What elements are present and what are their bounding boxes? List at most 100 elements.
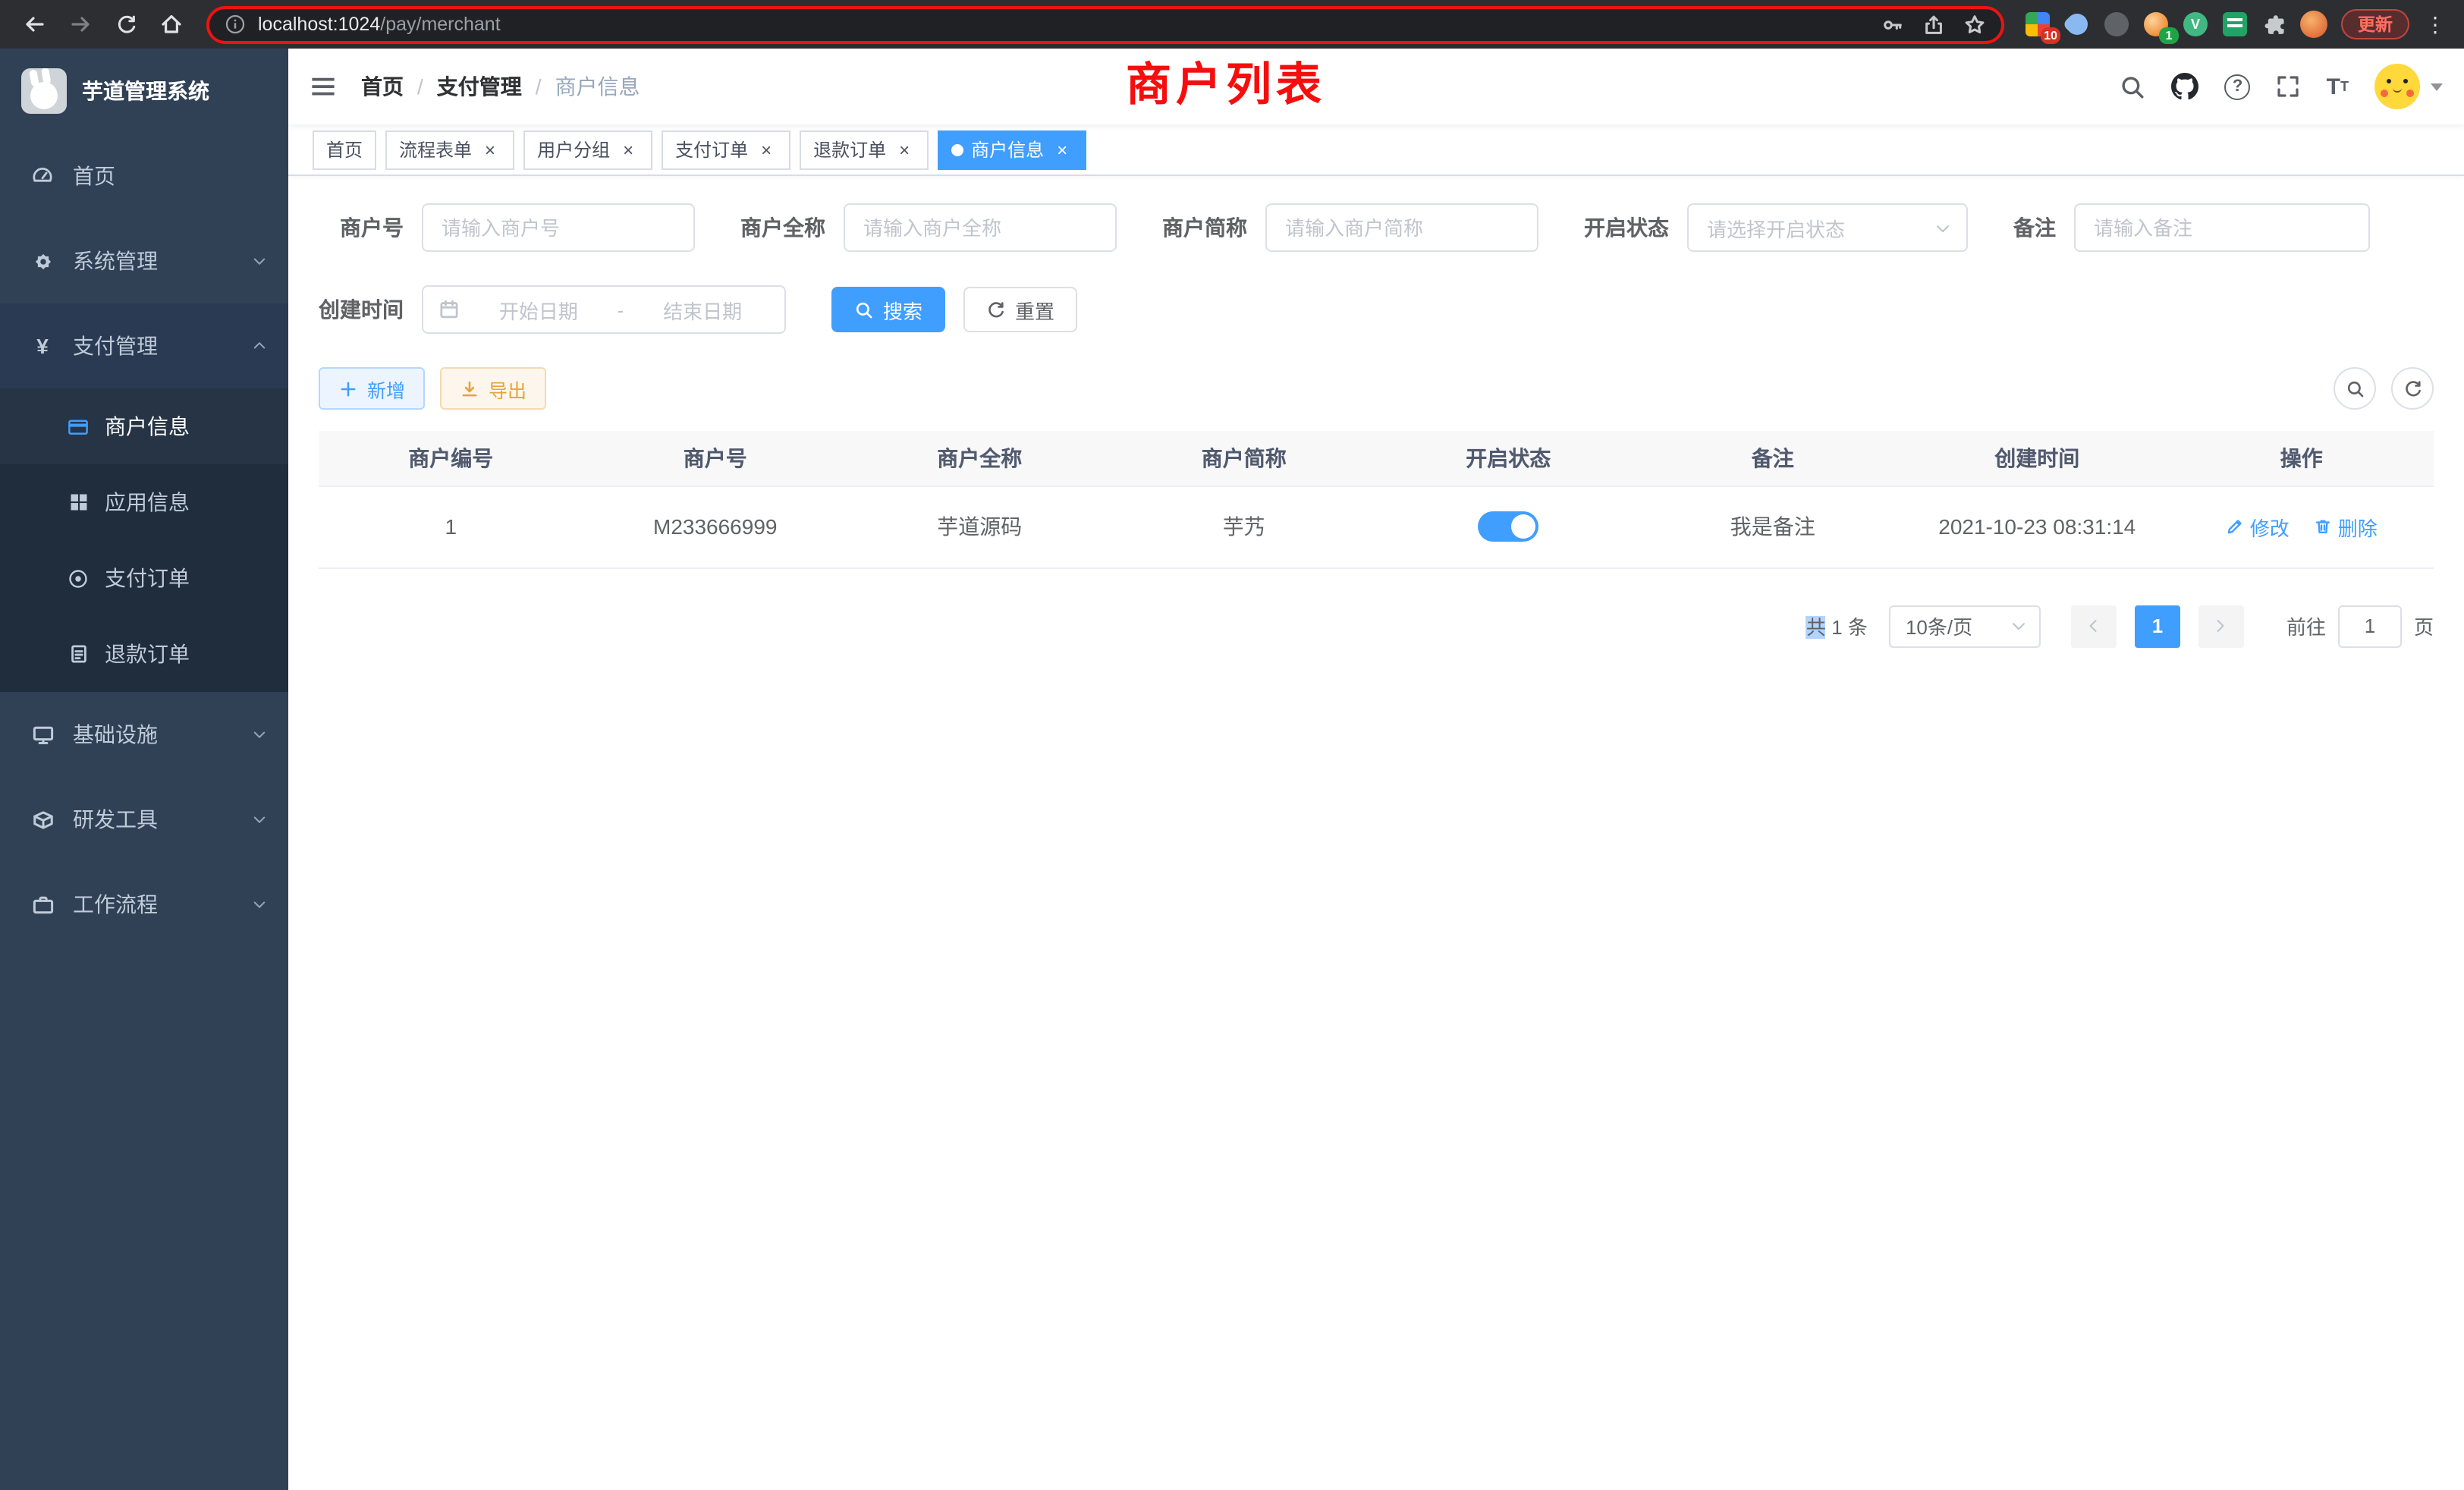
col-short-name: 商户简称 [1112, 431, 1377, 486]
kebab-menu-icon[interactable]: ⋮ [2422, 11, 2449, 37]
font-size-icon[interactable]: TT [2327, 75, 2349, 98]
sidebar-item-merchant-info[interactable]: 商户信息 [0, 388, 288, 464]
prev-page-button[interactable] [2071, 605, 2117, 647]
delete-link[interactable]: 删除 [2314, 512, 2378, 541]
status-select[interactable]: 请选择开启状态 [1687, 203, 1968, 252]
chevron-up-icon [252, 338, 267, 354]
date-separator: - [618, 298, 624, 321]
extension-grid-icon[interactable]: 10 [2022, 9, 2053, 39]
tab-process-form[interactable]: 流程表单× [385, 130, 514, 169]
export-button[interactable]: 导出 [440, 367, 546, 410]
extension-avatar-icon[interactable]: 1 [2141, 9, 2171, 39]
search-button[interactable]: 搜索 [831, 287, 945, 332]
end-date-placeholder[interactable]: 结束日期 [636, 295, 769, 324]
goto-page-input[interactable] [2338, 605, 2402, 647]
close-icon[interactable]: × [618, 139, 639, 160]
address-bar[interactable]: localhost:1024/pay/merchant [206, 5, 2004, 43]
forward-icon[interactable] [61, 5, 100, 44]
full-name-input[interactable] [844, 203, 1117, 252]
help-icon[interactable]: ? [2225, 74, 2251, 99]
filter-row-2: 创建时间 开始日期 - 结束日期 搜索 [319, 285, 2434, 334]
cell-short-name: 芋艿 [1112, 486, 1377, 567]
breadcrumb-payment[interactable]: 支付管理 [437, 71, 522, 102]
pagination: 共 1 条 10条/页 1 前往 页 [319, 605, 2434, 647]
sidebar-item-home[interactable]: 首页 [0, 134, 288, 218]
refresh-table-button[interactable] [2391, 367, 2434, 410]
info-icon[interactable] [225, 14, 246, 35]
gear-icon [30, 249, 55, 273]
github-icon[interactable] [2172, 73, 2199, 100]
star-icon[interactable] [1963, 13, 1986, 36]
sidebar-item-app-info[interactable]: 应用信息 [0, 464, 288, 540]
tab-merchant-info[interactable]: 商户信息× [938, 130, 1086, 169]
key-icon[interactable] [1881, 13, 1904, 36]
document-icon [67, 643, 90, 665]
sidebar-item-workflow[interactable]: 工作流程 [0, 862, 288, 947]
extension-vue-devtools-icon[interactable]: V [2180, 9, 2211, 39]
yen-icon: ¥ [30, 334, 55, 358]
breadcrumb-home[interactable]: 首页 [361, 71, 404, 102]
fullscreen-icon[interactable] [2277, 74, 2301, 99]
table-header-row: 商户编号 商户号 商户全称 商户简称 开启状态 备注 创建时间 操作 [319, 431, 2434, 486]
sidebar-item-refund-orders[interactable]: 退款订单 [0, 616, 288, 692]
tab-home[interactable]: 首页 [313, 130, 376, 169]
target-icon [67, 567, 90, 589]
extension-notes-icon[interactable] [2220, 9, 2250, 39]
short-name-input[interactable] [1265, 203, 1538, 252]
date-range-picker[interactable]: 开始日期 - 结束日期 [422, 285, 786, 334]
back-icon[interactable] [15, 5, 55, 44]
sidebar-item-payment-orders[interactable]: 支付订单 [0, 540, 288, 616]
sidebar-item-dev-tools[interactable]: 研发工具 [0, 777, 288, 862]
merchant-no-input[interactable] [422, 203, 695, 252]
page-size-select[interactable]: 10条/页 [1889, 605, 2041, 647]
sidebar-item-payment[interactable]: ¥ 支付管理 [0, 303, 288, 388]
close-icon[interactable]: × [894, 139, 915, 160]
share-icon[interactable] [1922, 13, 1945, 36]
col-status: 开启状态 [1376, 431, 1641, 486]
page-number-button[interactable]: 1 [2135, 605, 2180, 647]
cell-create-time: 2021-10-23 08:31:14 [1905, 486, 2170, 567]
cell-full-name: 芋道源码 [847, 486, 1112, 567]
tab-user-group[interactable]: 用户分组× [523, 130, 652, 169]
extension-badge: 10 [2041, 27, 2060, 44]
user-menu[interactable] [2374, 64, 2443, 109]
breadcrumb-separator: / [536, 74, 542, 99]
extension-dark-icon[interactable] [2101, 9, 2132, 39]
start-date-placeholder[interactable]: 开始日期 [472, 295, 605, 324]
filter-short-name: 商户简称 [1162, 203, 1538, 252]
hamburger-icon[interactable] [310, 73, 337, 100]
breadcrumb: 首页 / 支付管理 / 商户信息 [361, 71, 640, 102]
reset-button[interactable]: 重置 [963, 287, 1077, 332]
sidebar-item-label: 支付管理 [73, 331, 158, 361]
merchant-table: 商户编号 商户号 商户全称 商户简称 开启状态 备注 创建时间 操作 1 [319, 431, 2434, 568]
sidebar-item-infrastructure[interactable]: 基础设施 [0, 692, 288, 777]
app-frame: 芋道管理系统 首页 系统管理 ¥ 支付管理 [0, 49, 2464, 1490]
search-icon[interactable] [2120, 74, 2146, 99]
tab-refund-orders[interactable]: 退款订单× [800, 130, 929, 169]
chevron-down-icon [1934, 219, 1951, 236]
next-page-button[interactable] [2198, 605, 2244, 647]
toggle-search-button[interactable] [2334, 367, 2376, 410]
sidebar-item-system[interactable]: 系统管理 [0, 218, 288, 303]
col-merchant-no: 商户号 [583, 431, 848, 486]
browser-update-button[interactable]: 更新 [2341, 9, 2409, 39]
close-icon[interactable]: × [479, 139, 501, 160]
close-icon[interactable]: × [1051, 139, 1073, 160]
home-icon[interactable] [152, 5, 191, 44]
extension-badge-green: 1 [2159, 27, 2179, 44]
tab-payment-orders[interactable]: 支付订单× [662, 130, 790, 169]
url-text: localhost:1024/pay/merchant [258, 14, 501, 35]
sidebar: 芋道管理系统 首页 系统管理 ¥ 支付管理 [0, 49, 288, 1490]
status-toggle[interactable] [1478, 511, 1538, 542]
close-icon[interactable]: × [756, 139, 777, 160]
extensions-puzzle-icon[interactable] [2259, 9, 2290, 39]
edit-link[interactable]: 修改 [2226, 512, 2290, 541]
grid-icon [67, 491, 90, 514]
browser-profile-avatar[interactable] [2299, 9, 2329, 39]
refresh-icon[interactable] [106, 5, 146, 44]
sidebar-item-label: 基础设施 [73, 719, 158, 750]
app-logo[interactable]: 芋道管理系统 [0, 49, 288, 134]
add-button[interactable]: 新增 [319, 367, 425, 410]
extension-drop-icon[interactable] [2062, 9, 2092, 39]
remark-input[interactable] [2074, 203, 2370, 252]
